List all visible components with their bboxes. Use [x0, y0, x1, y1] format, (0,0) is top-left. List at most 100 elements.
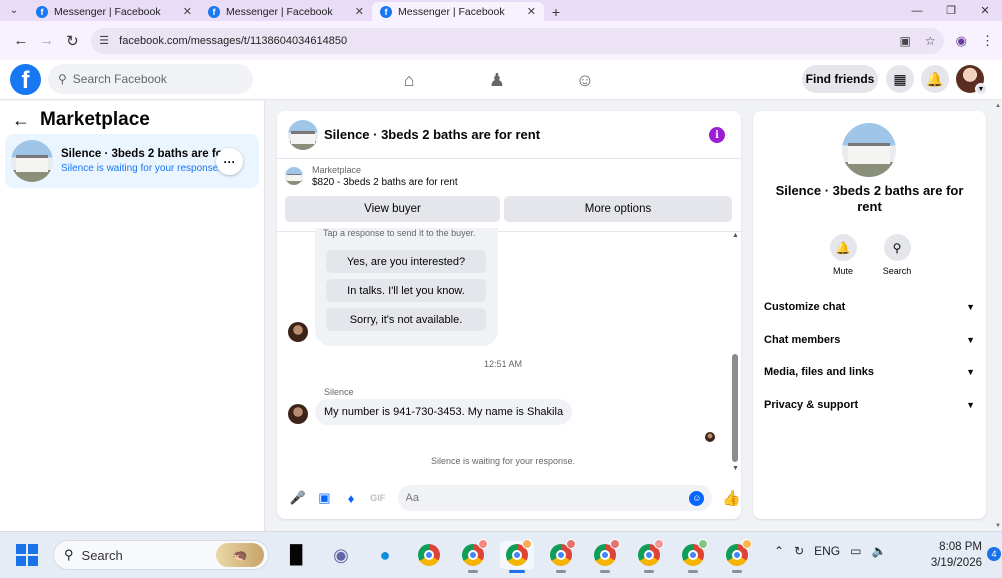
emoji-icon[interactable]: ☺ [689, 490, 705, 506]
scroll-down-icon[interactable]: ▼ [995, 523, 1001, 529]
view-buyer-button[interactable]: View buyer [285, 196, 500, 222]
friends-icon[interactable]: ♟ [478, 66, 516, 94]
browser-tab-3[interactable]: f Messenger | Facebook ✕ [372, 2, 544, 21]
page-title: Marketplace [40, 109, 150, 130]
thread-scrollbar[interactable]: ▲ ▼ [732, 232, 739, 472]
bookmark-star-icon[interactable]: ☆ [925, 34, 936, 48]
notifications-bell-icon[interactable]: 🔔 [921, 65, 949, 93]
info-icon[interactable]: i [709, 127, 725, 143]
microphone-icon[interactable]: 🎤 [287, 487, 309, 509]
chrome-icon[interactable] [412, 541, 446, 569]
tray-chevron-up-icon[interactable]: ⌃ [774, 544, 784, 558]
browser-tab-1[interactable]: f Messenger | Facebook ✕ [28, 2, 200, 21]
network-icon[interactable]: ▭ [850, 544, 861, 558]
menu-grid-icon[interactable]: ▦ [886, 65, 914, 93]
menu-customize-chat[interactable]: Customize chat ▼ [753, 291, 986, 324]
profile-icon[interactable]: ◉ [956, 33, 967, 49]
taskbar-clock[interactable]: 8:08 PM 3/19/2026 [920, 539, 982, 571]
windows-start-icon[interactable] [16, 544, 38, 566]
chrome-profile-icon[interactable] [500, 539, 534, 573]
language-indicator[interactable]: ENG [814, 544, 840, 558]
buyer-avatar[interactable] [288, 322, 308, 342]
teams-meet-icon[interactable]: ◉ [324, 541, 358, 569]
like-thumb-icon[interactable]: 👍 [722, 489, 741, 507]
menu-chat-members[interactable]: Chat members ▼ [753, 324, 986, 357]
menu-media-files-links[interactable]: Media, files and links ▼ [753, 356, 986, 389]
scroll-down-icon[interactable]: ▼ [732, 465, 739, 472]
message-bubble[interactable]: My number is 941-730-3453. My name is Sh… [315, 399, 573, 425]
mute-button[interactable]: 🔔 Mute [827, 234, 859, 276]
listing-thumbnail[interactable] [288, 119, 318, 150]
tab-title: Messenger | Facebook [226, 5, 333, 18]
search-button[interactable]: ⚲ Search [881, 234, 913, 276]
facebook-search-input[interactable] [72, 72, 233, 86]
clock-time: 8:08 PM [939, 541, 982, 553]
site-info-icon[interactable]: ☰ [99, 34, 109, 47]
back-arrow-icon[interactable]: ← [8, 28, 34, 54]
chrome-profile-icon[interactable] [456, 539, 490, 573]
forward-arrow-icon[interactable]: → [34, 28, 60, 54]
tab-close-icon[interactable]: ✕ [355, 5, 364, 18]
groups-icon[interactable]: ☺ [566, 66, 604, 94]
scroll-up-icon[interactable]: ▲ [995, 103, 1001, 109]
taskbar-search[interactable]: ⚲ Search 🦔 [53, 540, 269, 570]
reload-icon[interactable]: ↻ [60, 28, 86, 54]
chevron-down-icon: ▼ [975, 83, 987, 95]
more-options-button[interactable]: More options [504, 196, 732, 222]
facebook-search[interactable]: ⚲ [48, 64, 253, 94]
facebook-logo[interactable]: f [10, 64, 41, 95]
facebook-favicon-icon: f [36, 5, 48, 18]
back-arrow-icon[interactable]: ← [12, 110, 30, 131]
close-window-icon[interactable]: ✕ [968, 0, 1002, 21]
windows-taskbar: ⚲ Search 🦔 ▉ ◉ ● ⌃ ↻ ENG ▭ 🔈 8:08 PM 3/1… [0, 531, 1002, 578]
conversation-item[interactable]: Silence · 3beds 2 baths are for rent Sil… [5, 134, 259, 188]
search-highlight-icon[interactable]: 🦔 [216, 543, 264, 567]
message-input[interactable] [405, 492, 686, 504]
file-explorer-icon[interactable]: ▉ [280, 541, 314, 569]
photo-icon[interactable]: ▣ [314, 487, 336, 509]
url-bar[interactable]: ☰ facebook.com/messages/t/11386040346148… [91, 27, 944, 54]
chrome-profile-icon[interactable] [544, 539, 578, 573]
sync-icon[interactable]: ↻ [794, 544, 804, 558]
home-icon[interactable]: ⌂ [390, 66, 428, 94]
quick-reply-button[interactable]: In talks. I'll let you know. [326, 279, 486, 302]
more-options-icon[interactable]: ··· [216, 148, 243, 175]
gif-icon[interactable]: GIF [367, 487, 389, 509]
page-scrollbar[interactable]: ▲ ▼ [994, 101, 1002, 531]
install-app-icon[interactable]: ▣ [900, 34, 911, 48]
chrome-profile-icon[interactable] [676, 539, 710, 573]
edge-icon[interactable]: ● [368, 541, 402, 569]
message-thread[interactable]: Tap a response to send it to the buyer. … [277, 228, 741, 472]
volume-icon[interactable]: 🔈 [871, 544, 886, 558]
tab-close-icon[interactable]: ✕ [183, 5, 192, 18]
new-tab-button[interactable]: + [544, 2, 568, 21]
quick-reply-button[interactable]: Yes, are you interested? [326, 250, 486, 273]
message-input-wrap[interactable]: ☺ [397, 485, 713, 511]
listing-photo[interactable] [842, 123, 896, 177]
chevron-down-icon: ▼ [966, 367, 975, 378]
chat-title[interactable]: Silence · 3beds 2 baths are for rent [324, 127, 540, 142]
menu-privacy-support[interactable]: Privacy & support ▼ [753, 389, 986, 422]
chrome-profile-icon[interactable] [720, 539, 754, 573]
restore-icon[interactable]: ❐ [934, 0, 968, 21]
chrome-profile-icon[interactable] [588, 539, 622, 573]
minimize-icon[interactable]: — [900, 0, 934, 21]
tab-title: Messenger | Facebook [398, 5, 505, 18]
browser-menu-icon[interactable]: ⋮ [981, 33, 994, 49]
tab-search-menu[interactable]: ⌄ [0, 0, 28, 21]
quick-reply-button[interactable]: Sorry, it's not available. [326, 308, 486, 331]
center-nav: ⌂ ♟ ☺ [390, 66, 604, 94]
listing-summary[interactable]: Marketplace $820 - 3beds 2 baths are for… [277, 159, 741, 193]
find-friends-button[interactable]: Find friends [802, 65, 878, 93]
url-bar-actions: ▣ ☆ [900, 34, 936, 48]
sticker-icon[interactable]: ♦ [340, 487, 362, 509]
tab-close-icon[interactable]: ✕ [527, 5, 536, 18]
browser-tab-2[interactable]: f Messenger | Facebook ✕ [200, 2, 372, 21]
scroll-thumb[interactable] [732, 354, 738, 462]
chrome-profile-icon[interactable] [632, 539, 666, 573]
buyer-avatar[interactable] [288, 404, 308, 424]
account-avatar[interactable]: ▼ [956, 65, 987, 95]
details-title: Silence · 3beds 2 baths are for rent [775, 183, 964, 214]
notification-badge[interactable]: 4 [987, 547, 1001, 561]
scroll-up-icon[interactable]: ▲ [732, 232, 739, 239]
